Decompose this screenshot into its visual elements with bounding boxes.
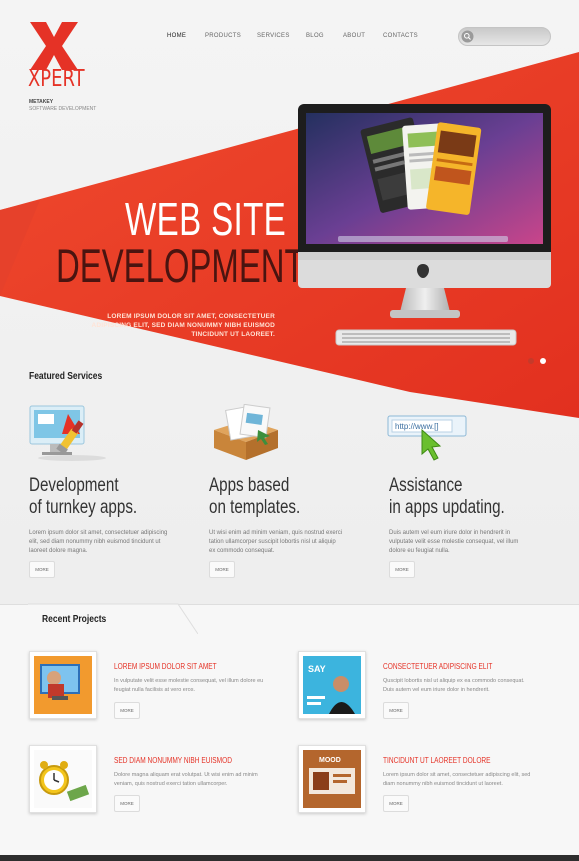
project2-body-line1: Quscipit lobortis nisl ut aliquip ex ea … xyxy=(383,678,525,684)
recent-projects-title: Recent Projects xyxy=(42,614,107,625)
service1-heading-line2: of turnkey apps. xyxy=(29,497,138,518)
hero-title-line2: DEVELOPMENT xyxy=(56,239,305,292)
box-documents-icon xyxy=(214,404,278,460)
project4-thumbnail[interactable]: MOOD xyxy=(298,745,366,813)
nav-about[interactable]: ABOUT xyxy=(343,33,365,39)
featured-services-title: Featured Services xyxy=(29,371,103,382)
nav-blog[interactable]: BLOG xyxy=(306,33,324,39)
browser-url-text: http://www.[] xyxy=(395,422,439,431)
browser-cursor-icon: http://www.[] xyxy=(387,415,467,461)
project1-body-line2: feugiat nulla facilisis at vero eros. xyxy=(114,687,196,693)
project2-thumb-text: SAY xyxy=(308,664,326,674)
nav-products[interactable]: PRODUCTS xyxy=(205,33,241,39)
hero-desc-line2: ADIPISCING ELIT, SED DIAM NONUMMY NIBH E… xyxy=(91,322,275,329)
service3-body-line2: vulputate velit esse molestie consequat,… xyxy=(389,539,519,545)
service2-more-button[interactable]: MORE xyxy=(209,561,235,578)
project2-more-button[interactable]: MORE xyxy=(383,702,409,719)
slider-dot-2-active[interactable] xyxy=(540,358,546,364)
project1-thumbnail-image xyxy=(34,656,92,714)
project2-heading[interactable]: CONSECTETUER ADIPISCING ELIT xyxy=(383,662,492,671)
project3-thumbnail[interactable] xyxy=(29,745,97,813)
service2-body-line3: ex commodo consequat. xyxy=(209,548,275,554)
service2-body-line1: Ut wisi enim ad minim veniam, quis nostr… xyxy=(209,530,343,536)
project4-body-line1: Lorem ipsum dolor sit amet, consectetuer… xyxy=(383,772,531,778)
service3-heading-line1: Assistance xyxy=(389,475,463,496)
project4-thumbnail-image: MOOD xyxy=(303,750,361,808)
project3-body-line2: veniam, quis nostrud exerci tation ullam… xyxy=(114,781,228,787)
service2-heading-line2: on templates. xyxy=(209,497,301,518)
hero-desc-line1: LOREM IPSUM DOLOR SIT AMET, CONSECTETUER xyxy=(107,313,275,320)
service2-body-line2: tation ullamcorper suscipit lobortis nis… xyxy=(209,539,336,545)
project4-more-button[interactable]: MORE xyxy=(383,795,409,812)
project4-thumb-text: MOOD xyxy=(319,757,341,764)
service2-heading-line1: Apps based xyxy=(209,475,290,496)
project3-thumbnail-image xyxy=(34,750,92,808)
recent-projects-panel xyxy=(0,604,579,861)
project1-more-button[interactable]: MORE xyxy=(114,702,140,719)
footer-bar xyxy=(0,855,579,861)
project2-thumbnail-image: SAY xyxy=(303,656,361,714)
service1-body-line2: elit, sed diam nonummy nibh euismod tinc… xyxy=(29,539,161,545)
project1-heading[interactable]: LOREM IPSUM DOLOR SIT AMET xyxy=(114,662,217,671)
tagline-line1: METAKEY xyxy=(29,99,54,105)
nav-home[interactable]: HOME xyxy=(167,33,186,39)
project1-thumbnail[interactable] xyxy=(29,651,97,719)
project2-thumbnail[interactable]: SAY xyxy=(298,651,366,719)
service3-more-button[interactable]: MORE xyxy=(389,561,415,578)
service3-body-line1: Duis autem vel eum iriure dolor in hendr… xyxy=(389,530,511,536)
service3-body-line3: dolore eu feugiat nulla. xyxy=(389,548,450,554)
logo-x-icon[interactable] xyxy=(28,22,80,70)
project4-body-line2: diam nonummy nibh euismod tincidunt ut l… xyxy=(383,781,503,787)
hero-desc-line3: TINCIDUNT UT LAOREET. xyxy=(191,331,275,338)
service1-body-line3: laoreet dolore magna. xyxy=(29,548,88,554)
project4-heading[interactable]: TINCIDUNT UT LAOREET DOLORE xyxy=(383,756,491,765)
paint-brush-monitor-icon xyxy=(29,405,106,461)
monitor-illustration xyxy=(298,104,551,346)
project3-more-button[interactable]: MORE xyxy=(114,795,140,812)
service1-body-line1: Lorem ipsum dolor sit amet, consectetuer… xyxy=(29,530,168,536)
tagline-line2: SOFTWARE DEVELOPMENT xyxy=(29,106,97,112)
search-icon[interactable] xyxy=(461,30,474,43)
service1-more-button[interactable]: MORE xyxy=(29,561,55,578)
nav-contacts[interactable]: CONTACTS xyxy=(383,33,418,39)
project3-body-line1: Dolore magna aliquam erat volutpat. Ut w… xyxy=(114,772,258,778)
project2-body-line2: Duis autem vel eum iriure dolor in hendr… xyxy=(383,687,490,693)
project3-heading[interactable]: SED DIAM NONUMMY NIBH EUISMOD xyxy=(114,756,232,765)
service1-heading-line1: Development xyxy=(29,475,119,496)
hero-title-line1: WEB SITE xyxy=(125,193,287,245)
nav-services[interactable]: SERVICES xyxy=(257,33,290,39)
logo-text[interactable]: XPERT xyxy=(28,68,85,91)
slider-dot-1[interactable] xyxy=(528,358,534,364)
project1-body-line1: In vulputate velit esse molestie consequ… xyxy=(114,678,264,684)
service3-heading-line2: in apps updating. xyxy=(389,497,505,518)
